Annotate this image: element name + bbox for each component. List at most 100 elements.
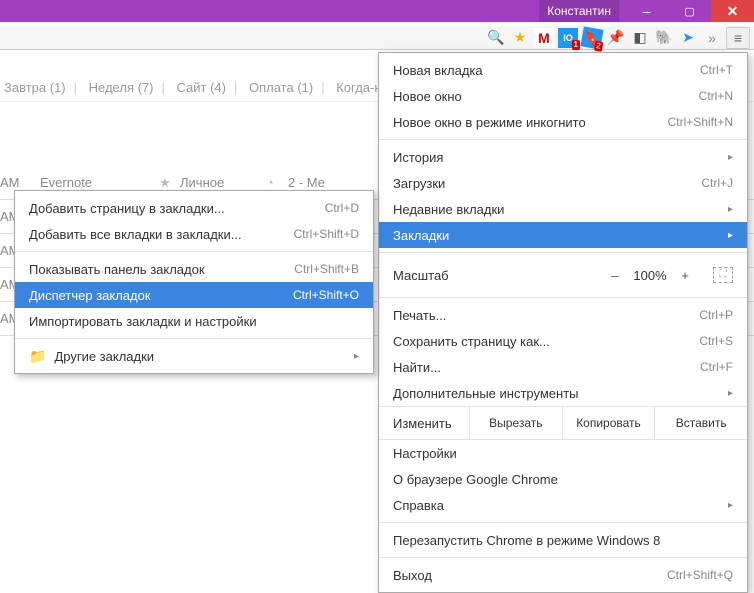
menu-label: Добавить все вкладки в закладки... xyxy=(29,227,294,242)
menu-item-exit[interactable]: Выход Ctrl+Shift+Q xyxy=(379,562,747,588)
menu-shortcut: Ctrl+P xyxy=(699,308,733,322)
row-app: Evernote xyxy=(40,175,150,190)
menu-separator xyxy=(379,139,747,140)
menu-label: Сохранить страницу как... xyxy=(393,334,699,349)
menu-item-about-chrome[interactable]: О браузере Google Chrome xyxy=(379,466,747,492)
star-icon[interactable]: ★ xyxy=(150,175,180,191)
telegram-icon[interactable]: ➤ xyxy=(678,28,698,48)
menu-item-recent-tabs[interactable]: Недавние вкладки ▸ xyxy=(379,196,747,222)
menu-label: Закладки xyxy=(393,228,720,243)
fullscreen-button[interactable]: ⛶ xyxy=(713,267,733,283)
menu-item-import-bookmarks[interactable]: Импортировать закладки и настройки xyxy=(15,308,373,334)
menu-shortcut: Ctrl+D xyxy=(325,201,359,215)
menu-shortcut: Ctrl+F xyxy=(700,360,733,374)
row-time: AM xyxy=(0,175,40,190)
menu-item-show-bookmarks-bar[interactable]: Показывать панель закладок Ctrl+Shift+B xyxy=(15,256,373,282)
menu-item-other-bookmarks[interactable]: 📁 Другие закладки ▸ xyxy=(15,343,373,369)
edit-label: Изменить xyxy=(379,407,469,439)
menu-label: История xyxy=(393,150,720,165)
menu-item-help[interactable]: Справка ▸ xyxy=(379,492,747,518)
tab-item[interactable]: Завтра (1) xyxy=(0,80,70,95)
chevron-right-icon: ▸ xyxy=(728,230,733,241)
chevron-right-icon: ▸ xyxy=(728,152,733,163)
menu-shortcut: Ctrl+Shift+D xyxy=(294,227,359,241)
menu-item-add-bookmark[interactable]: Добавить страницу в закладки... Ctrl+D xyxy=(15,195,373,221)
menu-label: Печать... xyxy=(393,308,699,323)
menu-label: Добавить страницу в закладки... xyxy=(29,201,325,216)
bookmarks-submenu: Добавить страницу в закладки... Ctrl+D Д… xyxy=(14,190,374,374)
overflow-icon[interactable]: » xyxy=(702,28,722,48)
menu-label: Найти... xyxy=(393,360,700,375)
menu-item-settings[interactable]: Настройки xyxy=(379,440,747,466)
menu-shortcut: Ctrl+N xyxy=(699,89,733,103)
menu-shortcut: Ctrl+J xyxy=(701,176,733,190)
menu-shortcut: Ctrl+S xyxy=(699,334,733,348)
clock-icon: ◔ xyxy=(266,175,288,190)
menu-separator xyxy=(15,338,373,339)
menu-label: Недавние вкладки xyxy=(393,202,720,217)
cut-button[interactable]: Вырезать xyxy=(469,407,562,439)
tab-item[interactable]: Неделя (7) xyxy=(85,80,158,95)
menu-label: Настройки xyxy=(393,446,733,461)
edit-controls: Изменить Вырезать Копировать Вставить xyxy=(379,406,747,440)
evernote-icon[interactable]: 🐘 xyxy=(654,28,674,48)
chrome-menu-button[interactable] xyxy=(726,27,750,49)
profile-user-badge[interactable]: Константин xyxy=(539,0,619,22)
menu-label: Загрузки xyxy=(393,176,701,191)
window-maximize-button[interactable] xyxy=(668,0,711,22)
menu-label: Диспетчер закладок xyxy=(29,288,293,303)
io-badge: 1 xyxy=(572,40,580,50)
window-titlebar: Константин xyxy=(0,0,754,22)
tab-item[interactable]: Сайт (4) xyxy=(173,80,230,95)
menu-item-downloads[interactable]: Загрузки Ctrl+J xyxy=(379,170,747,196)
menu-shortcut: Ctrl+Shift+N xyxy=(668,115,733,129)
menu-separator xyxy=(379,522,747,523)
menu-shortcut: Ctrl+Shift+O xyxy=(293,288,359,302)
menu-item-new-window[interactable]: Новое окно Ctrl+N xyxy=(379,83,747,109)
zoom-out-button[interactable]: – xyxy=(603,268,627,283)
menu-separator xyxy=(15,251,373,252)
menu-label: Перезапустить Chrome в режиме Windows 8 xyxy=(393,533,733,548)
tag-icon[interactable]: 🔖 2 xyxy=(580,26,603,49)
menu-label: Новое окно в режиме инкогнито xyxy=(393,115,668,130)
magnifier-icon[interactable]: 🔍 xyxy=(486,28,506,48)
zoom-in-button[interactable]: + xyxy=(673,268,697,283)
paste-button[interactable]: Вставить xyxy=(654,407,747,439)
menu-item-history[interactable]: История ▸ xyxy=(379,144,747,170)
menu-label: Импортировать закладки и настройки xyxy=(29,314,359,329)
menu-label: Другие закладки xyxy=(54,349,346,364)
menu-label: Дополнительные инструменты xyxy=(393,386,720,401)
menu-item-save-page-as[interactable]: Сохранить страницу как... Ctrl+S xyxy=(379,328,747,354)
menu-item-find[interactable]: Найти... Ctrl+F xyxy=(379,354,747,380)
menu-item-bookmark-manager[interactable]: Диспетчер закладок Ctrl+Shift+O xyxy=(15,282,373,308)
menu-item-restart-windows8[interactable]: Перезапустить Chrome в режиме Windows 8 xyxy=(379,527,747,553)
menu-item-new-incognito-window[interactable]: Новое окно в режиме инкогнито Ctrl+Shift… xyxy=(379,109,747,135)
zoom-percent: 100% xyxy=(627,268,673,283)
menu-item-bookmark-all-tabs[interactable]: Добавить все вкладки в закладки... Ctrl+… xyxy=(15,221,373,247)
pin-icon[interactable]: 📌 xyxy=(606,28,626,48)
chevron-right-icon: ▸ xyxy=(354,351,359,362)
chevron-right-icon: ▸ xyxy=(728,204,733,215)
gmail-icon[interactable]: M xyxy=(534,28,554,48)
star-icon[interactable]: ★ xyxy=(510,28,530,48)
menu-item-bookmarks[interactable]: Закладки ▸ xyxy=(379,222,747,248)
chrome-main-menu: Новая вкладка Ctrl+T Новое окно Ctrl+N Н… xyxy=(378,52,748,593)
menu-separator xyxy=(379,557,747,558)
folder-icon: 📁 xyxy=(29,348,46,365)
cube-icon[interactable]: ◧ xyxy=(630,28,650,48)
menu-item-more-tools[interactable]: Дополнительные инструменты ▸ xyxy=(379,380,747,406)
chevron-right-icon: ▸ xyxy=(728,500,733,511)
browser-toolbar: 🔍 ★ M IO 1 🔖 2 📌 ◧ 🐘 ➤ » xyxy=(0,22,754,50)
window-minimize-button[interactable] xyxy=(625,0,668,22)
menu-label: Новое окно xyxy=(393,89,699,104)
menu-label: Выход xyxy=(393,568,667,583)
menu-item-print[interactable]: Печать... Ctrl+P xyxy=(379,302,747,328)
window-close-button[interactable] xyxy=(711,0,754,22)
io-extension-icon[interactable]: IO 1 xyxy=(558,28,578,48)
tag-badge: 2 xyxy=(593,40,603,51)
menu-label: Показывать панель закладок xyxy=(29,262,294,277)
menu-item-new-tab[interactable]: Новая вкладка Ctrl+T xyxy=(379,57,747,83)
chevron-right-icon: ▸ xyxy=(728,388,733,399)
copy-button[interactable]: Копировать xyxy=(562,407,655,439)
tab-item[interactable]: Оплата (1) xyxy=(245,80,317,95)
